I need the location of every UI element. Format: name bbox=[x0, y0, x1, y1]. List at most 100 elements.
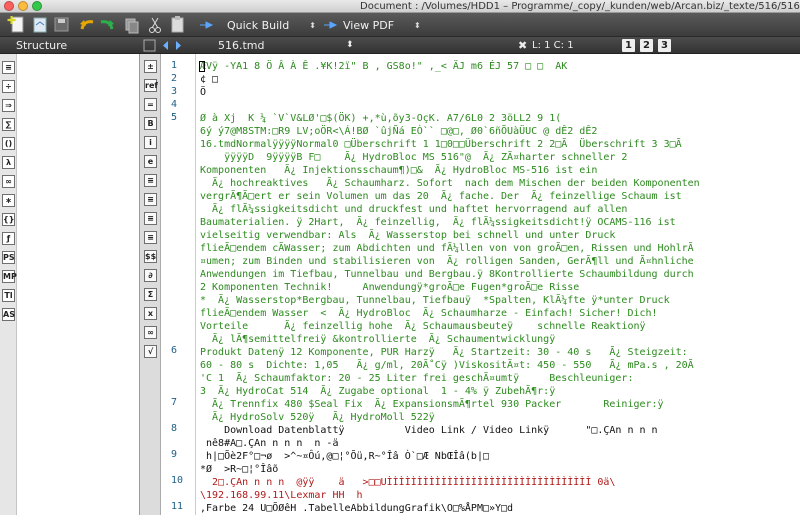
minimize-button[interactable] bbox=[18, 1, 28, 11]
view-button-3[interactable]: 3 bbox=[658, 39, 671, 52]
text-cursor bbox=[199, 61, 205, 72]
editor-line: vergrÃ¶Ã□ert er sein Volumen um das 20 Ã… bbox=[200, 191, 682, 202]
paste-icon[interactable] bbox=[171, 16, 184, 33]
structure-tool-icon[interactable]: () bbox=[2, 137, 15, 150]
editor-line: ,Farbe 24 U□ÕØêH .TabelleAbbildungGrafik… bbox=[200, 503, 514, 514]
file-tab[interactable]: 516.tmd bbox=[218, 37, 265, 54]
structure-tool-icon[interactable]: ∑ bbox=[2, 118, 15, 131]
open-document-icon[interactable] bbox=[33, 17, 47, 33]
structure-tool-icon[interactable]: ÷ bbox=[2, 80, 15, 93]
structure-tool-icon[interactable]: Tl bbox=[2, 289, 15, 302]
tag-insert-icon[interactable]: i bbox=[144, 136, 157, 149]
tag-insert-icon[interactable]: = bbox=[144, 98, 157, 111]
split-view-icon[interactable] bbox=[143, 39, 156, 52]
structure-tool-icon[interactable]: ∞ bbox=[2, 175, 15, 188]
editor-line: Ã¿ HydroSolv 520ÿ Ã¿ HydroMoll 522ÿ bbox=[200, 412, 435, 423]
view-button-2[interactable]: 2 bbox=[640, 39, 653, 52]
view-button-1[interactable]: 1 bbox=[622, 39, 635, 52]
line-number: 1 bbox=[171, 60, 178, 71]
tag-insert-icon[interactable]: ≡ bbox=[144, 193, 157, 206]
structure-tool-icon[interactable]: ƒ bbox=[2, 232, 15, 245]
editor-line: Komponenten Ã¿ Injektionsschaum¶)□& Ã¿ H… bbox=[200, 165, 598, 176]
toolbar: ✚ Quick Build ⬍ View PDF ⬍ bbox=[0, 13, 800, 37]
tag-insert-icon[interactable]: $$ bbox=[144, 250, 157, 263]
tag-insert-icon[interactable]: ref bbox=[144, 79, 158, 92]
editor-line: Anwendungen im Tiefbau, Tunnelbau und Be… bbox=[200, 269, 694, 280]
forward-arrow-icon[interactable] bbox=[176, 41, 181, 50]
editor-line: flieÃ□endem cÃWasser; zum Abdichten und … bbox=[200, 243, 694, 254]
tag-insert-icon[interactable]: B bbox=[144, 117, 157, 130]
zoom-button[interactable] bbox=[32, 1, 42, 11]
tab-bar: Structure 516.tmd ⬍ ✖ L: 1 C: 1 1 2 3 bbox=[0, 37, 800, 54]
editor-line: flieÃ□endem Wasser < Ã¿ HydroBloc Ã¿ Sch… bbox=[200, 308, 658, 319]
line-number: 5 bbox=[171, 112, 178, 123]
tag-insert-icon[interactable]: ∂ bbox=[144, 269, 157, 282]
tag-insert-icon[interactable]: Σ bbox=[144, 288, 157, 301]
structure-pane[interactable]: ≡ ÷ ⇒ ∑ () λ ∞ ∗ {} ƒ PS MP Tl AS bbox=[0, 54, 140, 515]
undo-icon[interactable] bbox=[80, 20, 94, 30]
structure-tool-icon[interactable]: ⇒ bbox=[2, 99, 15, 112]
tag-insert-icon[interactable]: ± bbox=[144, 60, 157, 73]
window-title: Document : /Volumes/HDD1 – Programme/_co… bbox=[360, 1, 800, 12]
structure-tool-icon[interactable]: PS bbox=[2, 251, 15, 264]
quick-build-label: Quick Build bbox=[227, 18, 290, 32]
editor-line: h|□Õè2F°□¬ø >^~¤Ôú,@□¦°Õü,R~°Îâ Ò`□Æ NbŒ… bbox=[200, 451, 489, 462]
structure-tool-icon[interactable]: λ bbox=[2, 156, 15, 169]
quick-build-arrow-icon bbox=[200, 21, 214, 29]
quick-build-button[interactable]: Quick Build ⬍ bbox=[227, 16, 316, 34]
close-file-icon[interactable]: ✖ bbox=[518, 37, 527, 54]
editor-line: Ø à Xj K ¼ `V`V&LØ'□$(ÖK) +,*ù,õy3-OçK. … bbox=[200, 113, 562, 124]
copy-icon[interactable] bbox=[125, 18, 139, 34]
line-number-gutter: 1 2 3 4 5 6 7 8 9 10 11 bbox=[161, 54, 196, 515]
save-icon[interactable] bbox=[54, 17, 69, 32]
tag-insert-icon[interactable]: √ bbox=[144, 345, 157, 358]
text-editor[interactable]: ÆVÿ -YA1 8 Ö Â À Ê .¥K!2ï" B , GS8o!" ,_… bbox=[196, 54, 800, 515]
structure-tool-icon[interactable]: MP bbox=[2, 270, 17, 283]
editor-line: Ã¿ hochreaktives Ã¿ Schaumharz. Sofort n… bbox=[200, 178, 700, 189]
editor-line: \192.168.99.11\Lexmar HH h bbox=[200, 490, 363, 501]
chevron-down-icon: ⬍ bbox=[309, 20, 316, 30]
tag-insert-icon[interactable]: ∞ bbox=[144, 326, 157, 339]
editor-line: vielseitig verwendbar: Als Ã¿ Wasserstop… bbox=[200, 230, 616, 241]
title-bar: Document : /Volumes/HDD1 – Programme/_co… bbox=[0, 0, 800, 13]
editor-line: nê8#A□.ÇAn n n n n -ä bbox=[200, 438, 339, 449]
cursor-position: L: 1 C: 1 bbox=[532, 40, 574, 51]
editor-line: Produkt Datenÿ 12 Komponente, PUR Harzÿ … bbox=[200, 347, 688, 358]
navigation-arrows bbox=[143, 39, 181, 52]
editor-line: ¢ □ bbox=[200, 74, 219, 85]
editor-line: * Ã¿ Wasserstop*Bergbau, Tunnelbau, Tief… bbox=[200, 295, 670, 306]
file-menu-chevron-icon[interactable]: ⬍ bbox=[346, 37, 354, 54]
view-pdf-button[interactable]: View PDF ⬍ bbox=[343, 16, 421, 34]
editor-line: Ö bbox=[200, 87, 207, 98]
structure-tool-icon[interactable]: AS bbox=[2, 308, 15, 321]
structure-icon-column: ≡ ÷ ⇒ ∑ () λ ∞ ∗ {} ƒ PS MP Tl AS bbox=[0, 54, 17, 515]
line-number: 10 bbox=[171, 475, 184, 486]
editor-line: Ã¿ lÃ¶semittelfreiÿ &kontrollierte Ã¿ Sc… bbox=[200, 334, 556, 345]
editor-line: ÿÿÿÿD 9ÿÿÿÿB F□ Ã¿ HydroBloc MS 516"@ Ã¿… bbox=[200, 152, 628, 163]
tag-insert-icon[interactable]: ≡ bbox=[144, 212, 157, 225]
editor-line: *Ø >R~□¦°Îâõ bbox=[200, 464, 279, 475]
editor-line: ÆVÿ -YA1 8 Ö Â À Ê .¥K!2ï" B , GS8o!" ,_… bbox=[200, 61, 568, 72]
svg-text:✚: ✚ bbox=[7, 14, 16, 27]
tag-insert-icon[interactable]: ≡ bbox=[144, 174, 157, 187]
editor-line: ¤umen; zum Binden und stabilisieren von … bbox=[200, 256, 694, 267]
redo-icon[interactable] bbox=[100, 20, 114, 30]
back-arrow-icon[interactable] bbox=[163, 41, 168, 50]
close-button[interactable] bbox=[4, 1, 14, 11]
structure-tool-icon[interactable]: ∗ bbox=[2, 194, 15, 207]
cut-icon[interactable] bbox=[149, 17, 161, 33]
editor-line: 6ý ý7@M8STM:□R9 LV;oÖR<\Á!BØ `ûjÑá EÒ`` … bbox=[200, 126, 598, 137]
editor-line: 2□.ÇAn n n n @ÿÿ ä >□□UÌÌÌÌÌÌÌÌÌÌÌÌÌÌÌÌÌ… bbox=[200, 477, 616, 488]
editor-line: 'C 1 Ã¿ Schaumfaktor: 20 - 25 Liter frei… bbox=[200, 373, 634, 384]
tag-insert-icon[interactable]: e bbox=[144, 155, 157, 168]
structure-tool-icon[interactable]: ≡ bbox=[2, 61, 15, 74]
editor-line: 60 - 80 s Dichte: 1,05 Ã¿ g/ml, 20Ã˚Cÿ )… bbox=[200, 360, 694, 371]
editor-line: 3 Ã¿ HydroCat 514 Ã¿ Zugabe optional 1 -… bbox=[200, 386, 556, 397]
structure-tool-icon[interactable]: {} bbox=[2, 213, 15, 226]
editor-line: Baumaterialien. ÿ 2Hart, Ã¿ feinzellig, … bbox=[200, 217, 676, 228]
view-pdf-arrow-icon bbox=[324, 21, 338, 29]
editor-line: 16.tmdNormalÿÿÿÿNormal0 □Überschrift 1 1… bbox=[200, 139, 682, 150]
new-document-icon[interactable]: ✚ bbox=[7, 14, 24, 33]
tag-insert-icon[interactable]: ≡ bbox=[144, 231, 157, 244]
tag-insert-icon[interactable]: x bbox=[144, 307, 157, 320]
